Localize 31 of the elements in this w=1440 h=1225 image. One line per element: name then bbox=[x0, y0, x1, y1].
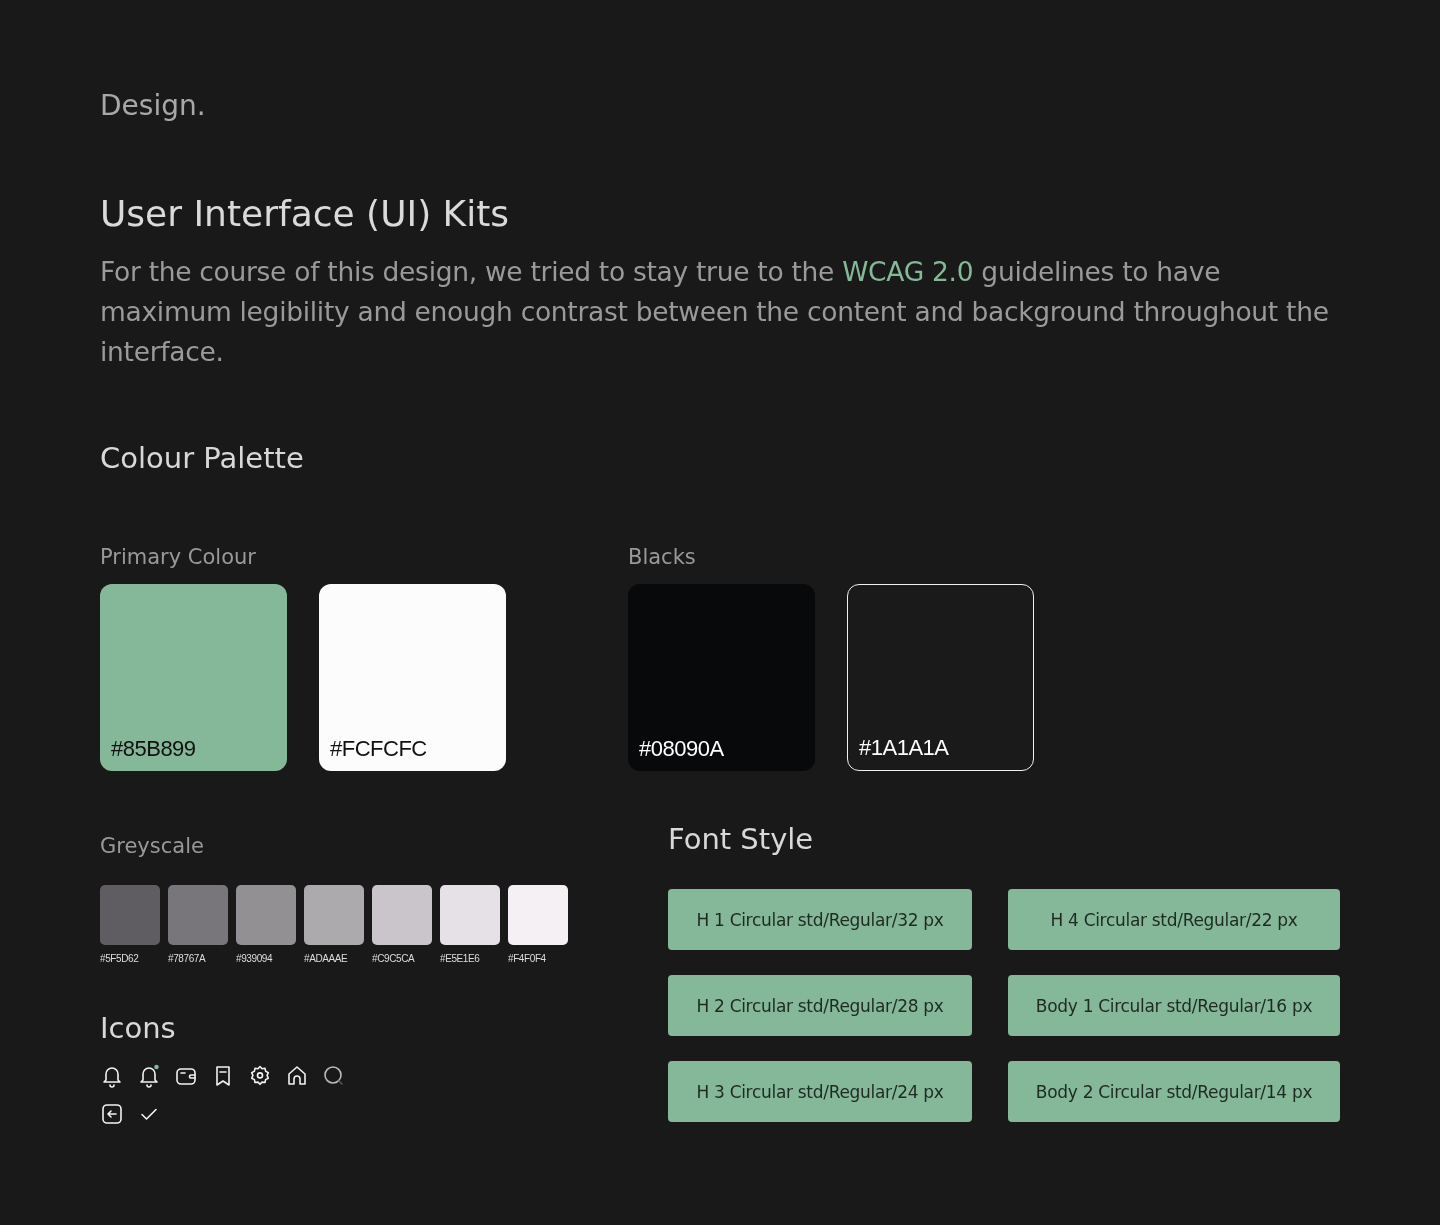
font-style-chip: H 2 Circular std/Regular/28 px bbox=[668, 975, 972, 1036]
font-style-chip: H 4 Circular std/Regular/22 px bbox=[1008, 889, 1340, 950]
gear-icon bbox=[248, 1064, 272, 1088]
bell-icon bbox=[137, 1064, 161, 1088]
section-label: Design. bbox=[100, 88, 207, 124]
font-style-chip: Body 1 Circular std/Regular/16 px bbox=[1008, 975, 1340, 1036]
search-icon bbox=[322, 1064, 346, 1088]
bell-icon bbox=[100, 1064, 124, 1088]
section-heading: Font Style bbox=[668, 821, 815, 858]
page-title: User Interface (UI) Kits bbox=[100, 192, 511, 236]
font-style-chip: H 3 Circular std/Regular/24 px bbox=[668, 1061, 972, 1122]
color-code: #08090A bbox=[639, 736, 724, 762]
color-code: #E5E1E6 bbox=[440, 953, 480, 964]
color-code: #1A1A1A bbox=[859, 735, 949, 761]
home-icon bbox=[285, 1064, 309, 1088]
group-label: Blacks bbox=[628, 544, 697, 571]
color-code: #939094 bbox=[236, 953, 273, 964]
color-code: #C9C5CA bbox=[372, 953, 415, 964]
color-code: #FCFCFC bbox=[330, 736, 427, 762]
color-code: #85B899 bbox=[111, 736, 196, 762]
font-style-chip: H 1 Circular std/Regular/32 px bbox=[668, 889, 972, 950]
group-label: Primary Colour bbox=[100, 544, 257, 571]
section-heading: Colour Palette bbox=[100, 440, 305, 477]
intro-paragraph: For the course of this design, we tried to stay true to the WCAG 2.0 guidelines to have maximum legibility and enough contrast between the content and background throughout the interface. bbox=[100, 255, 1330, 369]
color-code: #78767A bbox=[168, 953, 206, 964]
section-heading: Greyscale bbox=[100, 833, 205, 860]
section-heading: Icons bbox=[100, 1010, 177, 1047]
color-code: #5F5D62 bbox=[100, 953, 139, 964]
color-code: #F4F0F4 bbox=[508, 953, 546, 964]
color-code: #ADAAAE bbox=[304, 953, 348, 964]
font-style-chip: Body 2 Circular std/Regular/14 px bbox=[1008, 1061, 1340, 1122]
